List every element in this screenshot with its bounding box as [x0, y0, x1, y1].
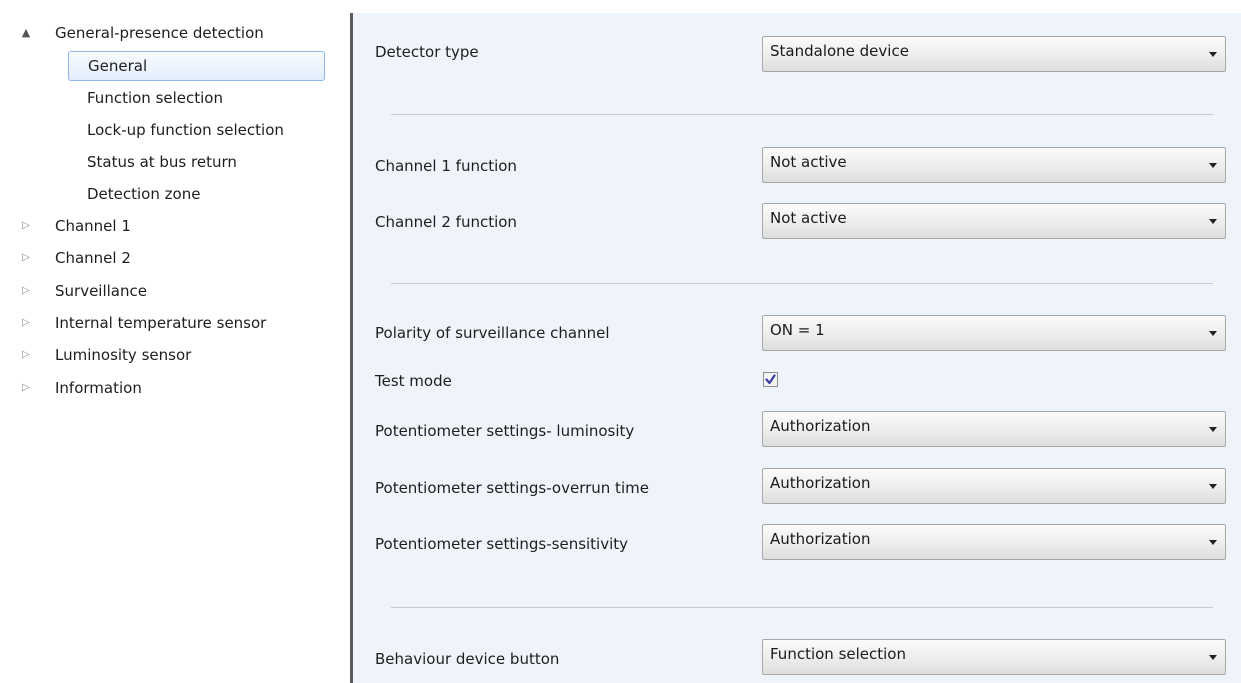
- channel-2-function-label: Channel 2 function: [375, 213, 517, 231]
- polarity-dropdown[interactable]: ON = 1: [762, 315, 1226, 351]
- tree-item-label: Function selection: [87, 89, 223, 107]
- dropdown-value: Authorization: [770, 530, 871, 548]
- tree-item-label: Information: [55, 379, 142, 397]
- tree-item-label: Channel 2: [55, 249, 131, 267]
- chevron-down-icon: [1209, 219, 1217, 224]
- collapsed-triangle-icon[interactable]: ▷: [19, 309, 33, 337]
- dropdown-value: Standalone device: [770, 42, 909, 60]
- tree-item-label: Status at bus return: [87, 153, 237, 171]
- chevron-down-icon: [1209, 52, 1217, 57]
- dropdown-value: Not active: [770, 153, 847, 171]
- collapsed-triangle-icon[interactable]: ▷: [19, 341, 33, 369]
- chevron-down-icon: [1209, 655, 1217, 660]
- tree-item-lock-up-function-selection[interactable]: Lock-up function selection: [87, 116, 284, 144]
- polarity-label: Polarity of surveillance channel: [375, 324, 610, 342]
- device-button-label: Behaviour device button: [375, 650, 560, 668]
- channel-2-function-dropdown[interactable]: Not active: [762, 203, 1226, 239]
- tree-item-luminosity-sensor[interactable]: ▷ Luminosity sensor: [22, 341, 192, 369]
- tree-item-surveillance[interactable]: ▷ Surveillance: [22, 277, 147, 305]
- device-button-dropdown[interactable]: Function selection: [762, 639, 1226, 675]
- tree-item-function-selection[interactable]: Function selection: [87, 84, 223, 112]
- parameter-panel: Detector type Standalone device Channel …: [353, 13, 1241, 683]
- collapsed-triangle-icon[interactable]: ▷: [19, 244, 33, 272]
- tree-item-information[interactable]: ▷ Information: [22, 374, 142, 402]
- chevron-down-icon: [1209, 163, 1217, 168]
- checkmark-icon: [765, 374, 776, 385]
- pot-luminosity-label: Potentiometer settings- luminosity: [375, 422, 635, 440]
- tree-item-label: General: [88, 57, 148, 75]
- section-divider: [391, 607, 1213, 608]
- channel-1-function-label: Channel 1 function: [375, 157, 517, 175]
- chevron-down-icon: [1209, 484, 1217, 489]
- pot-luminosity-dropdown[interactable]: Authorization: [762, 411, 1226, 447]
- tree-item-label: Luminosity sensor: [55, 346, 192, 364]
- tree-item-label: Internal temperature sensor: [55, 314, 267, 332]
- pot-overrun-dropdown[interactable]: Authorization: [762, 468, 1226, 504]
- pot-overrun-label: Potentiometer settings-overrun time: [375, 479, 649, 497]
- tree-item-label: Lock-up function selection: [87, 121, 284, 139]
- test-mode-label: Test mode: [375, 372, 452, 390]
- tree-item-label: Detection zone: [87, 185, 201, 203]
- tree-item-label: Surveillance: [55, 282, 147, 300]
- chevron-down-icon: [1209, 540, 1217, 545]
- tree-item-internal-temperature-sensor[interactable]: ▷ Internal temperature sensor: [22, 309, 267, 337]
- expanded-triangle-icon[interactable]: ▲: [19, 19, 33, 47]
- pot-sensitivity-dropdown[interactable]: Authorization: [762, 524, 1226, 560]
- section-divider: [391, 283, 1213, 284]
- tree-item-general-presence-detection[interactable]: ▲ General-presence detection: [22, 19, 264, 47]
- tree-item-label: General-presence detection: [55, 24, 264, 42]
- dropdown-value: Function selection: [770, 645, 906, 663]
- test-mode-checkbox[interactable]: [763, 372, 778, 387]
- section-divider: [391, 114, 1213, 115]
- tree-item-channel-2[interactable]: ▷ Channel 2: [22, 244, 131, 272]
- detector-type-dropdown[interactable]: Standalone device: [762, 36, 1226, 72]
- collapsed-triangle-icon[interactable]: ▷: [19, 277, 33, 305]
- tree-item-status-at-bus-return[interactable]: Status at bus return: [87, 148, 237, 176]
- tree-item-channel-1[interactable]: ▷ Channel 1: [22, 212, 131, 240]
- chevron-down-icon: [1209, 331, 1217, 336]
- dropdown-value: Authorization: [770, 417, 871, 435]
- dropdown-value: Authorization: [770, 474, 871, 492]
- pot-sensitivity-label: Potentiometer settings-sensitivity: [375, 535, 629, 553]
- tree-item-general[interactable]: General: [68, 51, 325, 81]
- navigation-tree: ▲ General-presence detection General Fun…: [0, 0, 350, 683]
- collapsed-triangle-icon[interactable]: ▷: [19, 374, 33, 402]
- dropdown-value: Not active: [770, 209, 847, 227]
- tree-item-detection-zone[interactable]: Detection zone: [87, 180, 200, 208]
- channel-1-function-dropdown[interactable]: Not active: [762, 147, 1226, 183]
- dropdown-value: ON = 1: [770, 321, 825, 339]
- detector-type-label: Detector type: [375, 43, 479, 61]
- chevron-down-icon: [1209, 427, 1217, 432]
- tree-item-label: Channel 1: [55, 217, 131, 235]
- collapsed-triangle-icon[interactable]: ▷: [19, 212, 33, 240]
